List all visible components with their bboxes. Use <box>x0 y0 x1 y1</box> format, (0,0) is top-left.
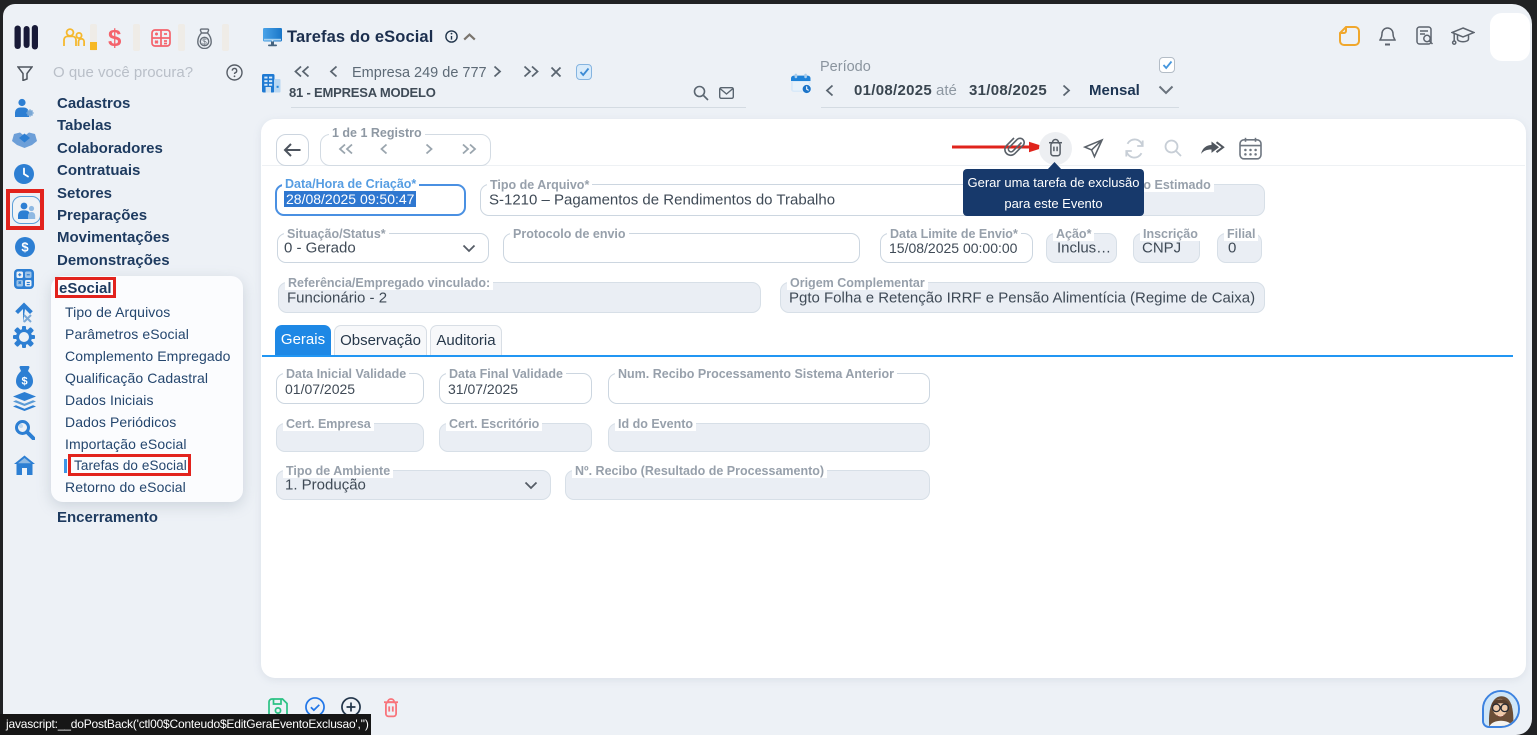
svg-text:$: $ <box>21 240 29 255</box>
svg-text:$: $ <box>202 37 207 46</box>
svg-text:$: $ <box>21 376 27 388</box>
